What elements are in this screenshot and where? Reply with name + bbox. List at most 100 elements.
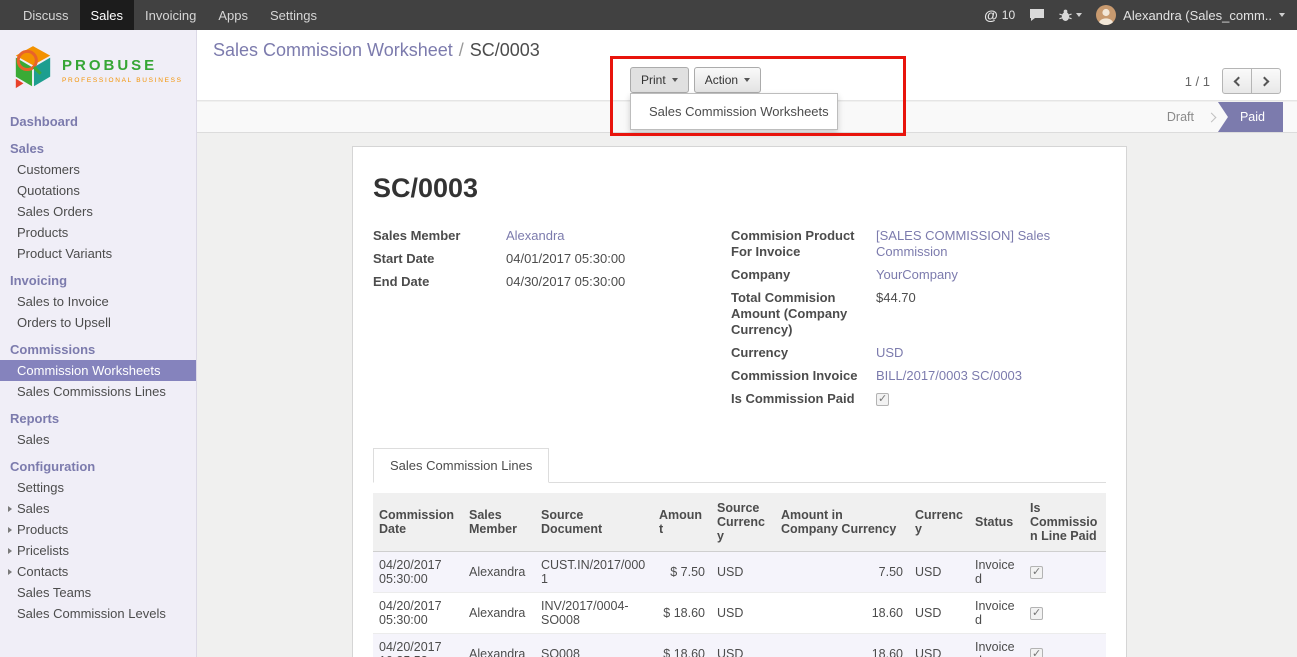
line-paid-checkbox[interactable]: ✓ <box>1030 566 1043 579</box>
sidebar-item-label: Sales Commissions Lines <box>17 384 166 399</box>
sidebar-nav: Dashboard Sales Customers Quotations Sal… <box>0 111 196 624</box>
pager-value: 1 / 1 <box>1185 74 1210 89</box>
col-source-document[interactable]: Source Document <box>535 493 653 552</box>
sidebar-item-commission-worksheets[interactable]: Commission Worksheets <box>0 360 196 381</box>
sidebar-heading-dashboard[interactable]: Dashboard <box>0 111 196 132</box>
user-name: Alexandra (Sales_comm.. <box>1123 8 1272 23</box>
sidebar-item-label: Sales to Invoice <box>17 294 109 309</box>
line-paid-checkbox[interactable]: ✓ <box>1030 607 1043 620</box>
cell-member: Alexandra <box>463 593 535 634</box>
sidebar-item-label: Settings <box>17 480 64 495</box>
menu-settings[interactable]: Settings <box>259 0 328 30</box>
col-currency[interactable]: Currency <box>909 493 969 552</box>
dropdown-item-sales-commission-worksheets[interactable]: Sales Commission Worksheets <box>631 98 837 125</box>
action-button[interactable]: Action <box>694 67 761 93</box>
col-amount[interactable]: Amount <box>653 493 711 552</box>
field-value-link[interactable]: Alexandra <box>506 228 703 244</box>
sidebar-item-quotations[interactable]: Quotations <box>0 180 196 201</box>
table-row[interactable]: 04/20/2017 10:35:53 Alexandra SO008 $ 18… <box>373 634 1106 657</box>
cell-date: 04/20/2017 10:35:53 <box>373 634 463 657</box>
commission-lines-table: Commission Date Sales Member Source Docu… <box>373 493 1106 657</box>
check-icon: ✓ <box>878 391 887 407</box>
is-commission-paid-checkbox[interactable]: ✓ <box>876 393 889 406</box>
cell-source: CUST.IN/2017/0001 <box>535 552 653 593</box>
sidebar-heading-reports[interactable]: Reports <box>0 408 196 429</box>
field-label: Currency <box>731 345 876 361</box>
sidebar-item-orders-to-upsell[interactable]: Orders to Upsell <box>0 312 196 333</box>
col-source-currency[interactable]: Source Currency <box>711 493 775 552</box>
sidebar-heading-invoicing[interactable]: Invoicing <box>0 270 196 291</box>
table-row[interactable]: 04/20/2017 05:30:00 Alexandra INV/2017/0… <box>373 593 1106 634</box>
sidebar-item-label: Quotations <box>17 183 80 198</box>
record-title: SC/0003 <box>373 173 1106 204</box>
cell-amount: $ 7.50 <box>653 552 711 593</box>
sidebar-heading-configuration[interactable]: Configuration <box>0 456 196 477</box>
debug-menu-button[interactable] <box>1059 8 1082 22</box>
sidebar-item-sales-commissions-lines[interactable]: Sales Commissions Lines <box>0 381 196 402</box>
sidebar-item-label: Sales Commission Levels <box>17 606 166 621</box>
pager-next-button[interactable] <box>1251 68 1281 94</box>
caret-down-icon <box>1076 13 1082 17</box>
tab-sales-commission-lines[interactable]: Sales Commission Lines <box>373 448 549 483</box>
sidebar-item-config-products[interactable]: Products <box>0 519 196 540</box>
line-paid-checkbox[interactable]: ✓ <box>1030 648 1043 657</box>
print-button[interactable]: Print <box>630 67 689 93</box>
menu-discuss[interactable]: Discuss <box>12 0 80 30</box>
field-label: Company <box>731 267 876 283</box>
status-stage-draft[interactable]: Draft <box>1153 102 1208 132</box>
messages-button[interactable] <box>1029 8 1045 22</box>
sidebar-item-label: Pricelists <box>17 543 69 558</box>
menu-apps[interactable]: Apps <box>207 0 259 30</box>
col-status[interactable]: Status <box>969 493 1024 552</box>
table-header-row: Commission Date Sales Member Source Docu… <box>373 493 1106 552</box>
field-value-link[interactable]: [SALES COMMISSION] Sales Commission <box>876 228 1106 260</box>
sidebar-heading-sales[interactable]: Sales <box>0 138 196 159</box>
table-row[interactable]: 04/20/2017 05:30:00 Alexandra CUST.IN/20… <box>373 552 1106 593</box>
check-icon: ✓ <box>1032 605 1041 621</box>
sidebar-item-config-sales[interactable]: Sales <box>0 498 196 519</box>
sidebar-item-label: Product Variants <box>17 246 112 261</box>
col-is-commission-line-paid[interactable]: Is Commission Line Paid <box>1024 493 1106 552</box>
col-sales-member[interactable]: Sales Member <box>463 493 535 552</box>
sidebar-item-product-variants[interactable]: Product Variants <box>0 243 196 264</box>
sidebar-item-products[interactable]: Products <box>0 222 196 243</box>
control-panel: Sales Commission Worksheet/SC/0003 Print… <box>197 30 1297 101</box>
user-menu[interactable]: Alexandra (Sales_comm.. <box>1096 5 1285 25</box>
cell-source: SO008 <box>535 634 653 657</box>
activity-count: 10 <box>1002 8 1015 22</box>
activities-button[interactable]: @ 10 <box>984 7 1015 23</box>
sidebar-item-label: Products <box>17 225 68 240</box>
sidebar-item-reports-sales[interactable]: Sales <box>0 429 196 450</box>
sidebar-item-config-settings[interactable]: Settings <box>0 477 196 498</box>
field-value-link[interactable]: USD <box>876 345 1106 361</box>
form-sheet: SC/0003 Sales Member Alexandra Start Dat… <box>352 146 1127 657</box>
cell-date: 04/20/2017 05:30:00 <box>373 552 463 593</box>
field-group-left: Sales Member Alexandra Start Date 04/01/… <box>373 228 703 414</box>
status-stage-paid[interactable]: Paid <box>1218 102 1283 132</box>
cell-line-paid: ✓ <box>1024 552 1106 593</box>
sidebar-item-label: Orders to Upsell <box>17 315 111 330</box>
col-commission-date[interactable]: Commission Date <box>373 493 463 552</box>
col-amount-company-currency[interactable]: Amount in Company Currency <box>775 493 909 552</box>
sidebar-item-sales-orders[interactable]: Sales Orders <box>0 201 196 222</box>
menu-invoicing[interactable]: Invoicing <box>134 0 207 30</box>
sidebar-item-customers[interactable]: Customers <box>0 159 196 180</box>
pager-previous-button[interactable] <box>1222 68 1252 94</box>
sidebar-heading-commissions[interactable]: Commissions <box>0 339 196 360</box>
cell-amount-company: 18.60 <box>775 634 909 657</box>
sidebar-item-sales-commission-levels[interactable]: Sales Commission Levels <box>0 603 196 624</box>
field-value-link[interactable]: YourCompany <box>876 267 1106 283</box>
caret-down-icon <box>672 78 678 82</box>
breadcrumb-parent-link[interactable]: Sales Commission Worksheet <box>213 40 453 60</box>
expand-arrow-icon <box>8 506 12 512</box>
sidebar-item-sales-teams[interactable]: Sales Teams <box>0 582 196 603</box>
sidebar-item-config-pricelists[interactable]: Pricelists <box>0 540 196 561</box>
brand-logo[interactable]: PROBUSE PROFESSIONAL BUSINESS <box>0 30 196 105</box>
sidebar-item-config-contacts[interactable]: Contacts <box>0 561 196 582</box>
sidebar-item-sales-to-invoice[interactable]: Sales to Invoice <box>0 291 196 312</box>
cell-source: INV/2017/0004-SO008 <box>535 593 653 634</box>
field-value-link[interactable]: BILL/2017/0003 SC/0003 <box>876 368 1106 384</box>
cell-currency: USD <box>909 634 969 657</box>
cell-currency: USD <box>909 593 969 634</box>
menu-sales[interactable]: Sales <box>80 0 135 30</box>
